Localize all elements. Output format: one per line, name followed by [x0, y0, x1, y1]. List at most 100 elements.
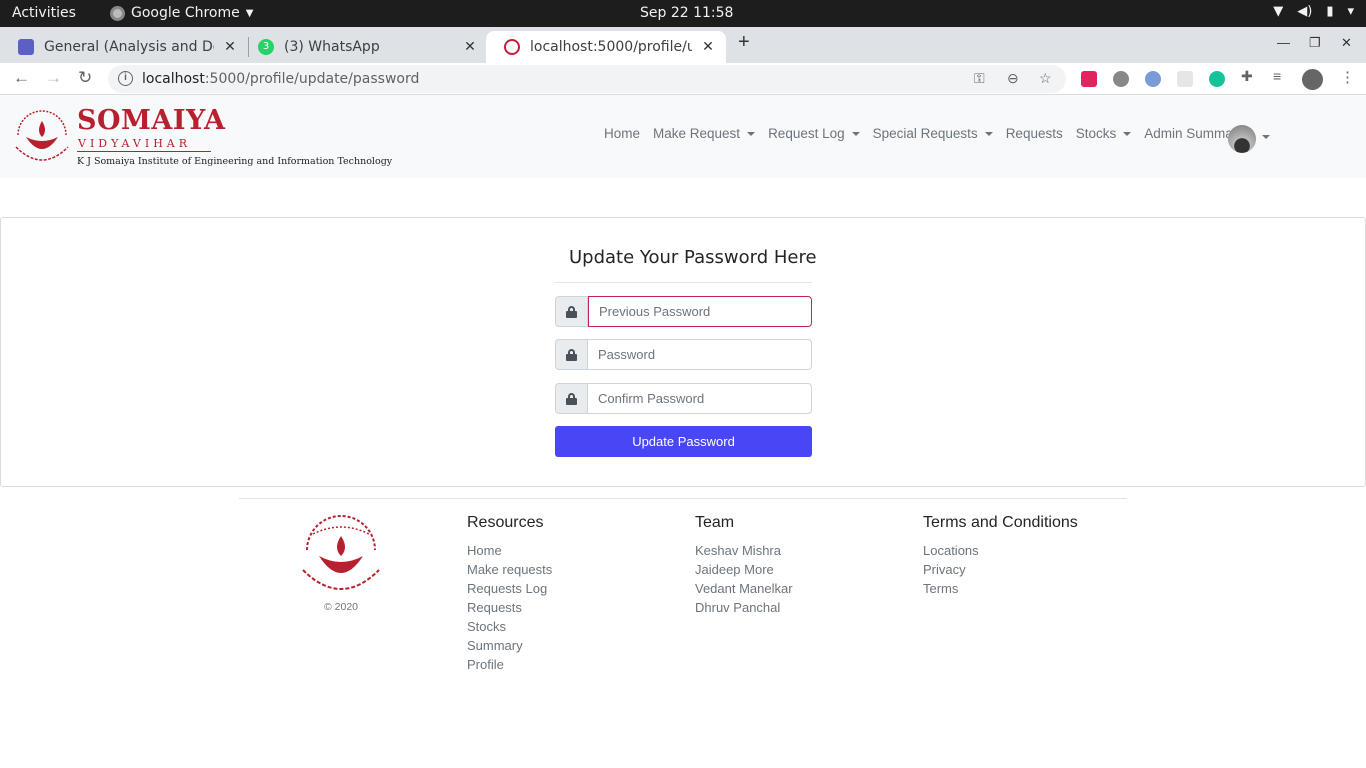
footer-heading: Team [695, 514, 735, 531]
nav-home[interactable]: Home [604, 126, 640, 141]
nav-make-request[interactable]: Make Request [653, 126, 755, 141]
bookmark-star-icon[interactable]: ☆ [1039, 70, 1052, 87]
battery-icon: ▮ [1326, 4, 1334, 19]
tab-title: (3) WhatsApp [284, 39, 380, 55]
footer-link-team-member[interactable]: Jaideep More [695, 560, 793, 579]
nav-request-log[interactable]: Request Log [768, 126, 860, 141]
close-icon[interactable]: ✕ [222, 39, 238, 55]
nav-special-requests[interactable]: Special Requests [873, 126, 993, 141]
password-group [555, 339, 812, 370]
tab-strip: General (Analysis and Des ✕ 3 (3) WhatsA… [0, 27, 1366, 63]
brand-divider [77, 151, 211, 152]
minimize-icon[interactable]: — [1277, 35, 1290, 50]
clock[interactable]: Sep 22 11:58 [640, 5, 733, 21]
app-name: Google Chrome [131, 5, 240, 21]
close-icon[interactable]: ✕ [462, 39, 478, 55]
extension-icon[interactable] [1145, 71, 1161, 87]
footer-link-make-requests[interactable]: Make requests [467, 560, 552, 579]
footer-team: Team Keshav Mishra Jaideep More Vedant M… [695, 514, 793, 617]
lock-icon [555, 339, 588, 370]
key-icon[interactable]: ⚿ [974, 70, 985, 87]
chrome-icon [110, 5, 125, 21]
chevron-down-icon: ▼ [245, 7, 254, 19]
pocket-extension-icon[interactable] [1081, 71, 1097, 87]
puzzle-extensions-icon[interactable]: ✚ [1241, 68, 1257, 84]
grammarly-icon[interactable] [1209, 71, 1225, 87]
institute-name: K J Somaiya Institute of Engineering and… [77, 156, 393, 167]
tab-title: General (Analysis and Des [44, 39, 214, 55]
footer-link-team-member[interactable]: Vedant Manelkar [695, 579, 793, 598]
url-path: :5000/profile/update/password [204, 71, 420, 87]
url-host: localhost [142, 71, 205, 87]
media-control-icon[interactable]: ≡ [1273, 68, 1289, 84]
app-menu[interactable]: Google Chrome ▼ [110, 5, 253, 21]
footer-link-stocks[interactable]: Stocks [467, 617, 552, 636]
forward-arrow-icon[interactable]: → [45, 68, 62, 88]
reload-icon[interactable]: ↻ [78, 68, 92, 88]
whatsapp-icon: 3 [258, 39, 274, 55]
tab-teams[interactable]: General (Analysis and Des ✕ [0, 31, 248, 63]
lock-icon [555, 296, 588, 327]
user-avatar[interactable] [1228, 125, 1256, 153]
teams-icon [18, 39, 34, 55]
profile-avatar-icon[interactable] [1302, 69, 1323, 90]
footer-link-team-member[interactable]: Keshav Mishra [695, 541, 793, 560]
somaiya-footer-logo-icon [302, 515, 380, 590]
address-bar[interactable]: i localhost:5000/profile/update/password… [108, 65, 1066, 93]
copyright: © 2020 [324, 601, 359, 613]
system-tray[interactable]: ▼ ◀) ▮ ▾ [1273, 4, 1354, 19]
previous-password-input[interactable] [588, 296, 812, 327]
footer-heading: Resources [467, 514, 544, 531]
footer-link-requests[interactable]: Requests [467, 598, 552, 617]
chevron-down-icon: ▾ [1347, 4, 1354, 19]
tab-whatsapp[interactable]: 3 (3) WhatsApp ✕ [240, 31, 488, 63]
footer-link-requests-log[interactable]: Requests Log [467, 579, 552, 598]
footer-link-privacy[interactable]: Privacy [923, 560, 1078, 579]
close-icon[interactable]: ✕ [700, 39, 716, 55]
info-icon[interactable]: i [118, 71, 133, 86]
footer-resources: Resources Home Make requests Requests Lo… [467, 514, 552, 674]
bug-extension-icon[interactable] [1113, 71, 1129, 87]
close-window-icon[interactable]: ✕ [1341, 35, 1352, 51]
update-password-button[interactable]: Update Password [555, 426, 812, 457]
somaiya-logo-icon[interactable] [12, 107, 72, 165]
brand-name[interactable]: SOMAIYA [77, 105, 225, 136]
footer-terms: Terms and Conditions Locations Privacy T… [923, 514, 1078, 598]
back-arrow-icon[interactable]: ← [13, 68, 30, 88]
volume-icon: ◀) [1297, 4, 1313, 19]
wifi-icon: ▼ [1273, 4, 1284, 19]
tab-localhost[interactable]: localhost:5000/profile/up ✕ [486, 31, 726, 63]
restore-icon[interactable]: ❐ [1309, 35, 1321, 51]
site-navbar: SOMAIYA VIDYAVIHAR K J Somaiya Institute… [0, 95, 1366, 178]
activities-button[interactable]: Activities [12, 5, 76, 21]
update-password-card: Update Your Password Here Update Passwor… [0, 217, 1366, 487]
main-nav: Home Make Request Request Log Special Re… [604, 126, 1257, 141]
confirm-password-input[interactable] [588, 383, 812, 414]
tab-title: localhost:5000/profile/up [530, 39, 692, 55]
previous-password-group [555, 296, 812, 327]
kebab-menu-icon[interactable]: ⋮ [1340, 68, 1355, 86]
lock-icon [555, 383, 588, 414]
nav-requests[interactable]: Requests [1006, 126, 1063, 141]
new-password-input[interactable] [588, 339, 812, 370]
extension-icon[interactable] [1177, 71, 1193, 87]
footer-divider [239, 498, 1127, 499]
footer-link-summary[interactable]: Summary [467, 636, 552, 655]
footer-link-terms[interactable]: Terms [923, 579, 1078, 598]
footer-heading: Terms and Conditions [923, 514, 1078, 531]
somaiya-favicon-icon [504, 39, 520, 55]
new-tab-icon[interactable]: + [738, 31, 750, 54]
brand-subtitle: VIDYAVIHAR [78, 137, 192, 150]
title-divider [555, 282, 812, 283]
footer-link-team-member[interactable]: Dhruv Panchal [695, 598, 793, 617]
nav-stocks[interactable]: Stocks [1076, 126, 1132, 141]
footer-link-locations[interactable]: Locations [923, 541, 1078, 560]
footer-link-home[interactable]: Home [467, 541, 552, 560]
system-top-bar: Activities Google Chrome ▼ Sep 22 11:58 … [0, 0, 1366, 27]
page-title: Update Your Password Here [569, 247, 817, 268]
confirm-password-group [555, 383, 812, 414]
zoom-icon[interactable]: ⊖ [1007, 70, 1019, 87]
chevron-down-icon[interactable] [1262, 135, 1270, 139]
url-text[interactable]: localhost:5000/profile/update/password [142, 71, 419, 87]
footer-link-profile[interactable]: Profile [467, 655, 552, 674]
